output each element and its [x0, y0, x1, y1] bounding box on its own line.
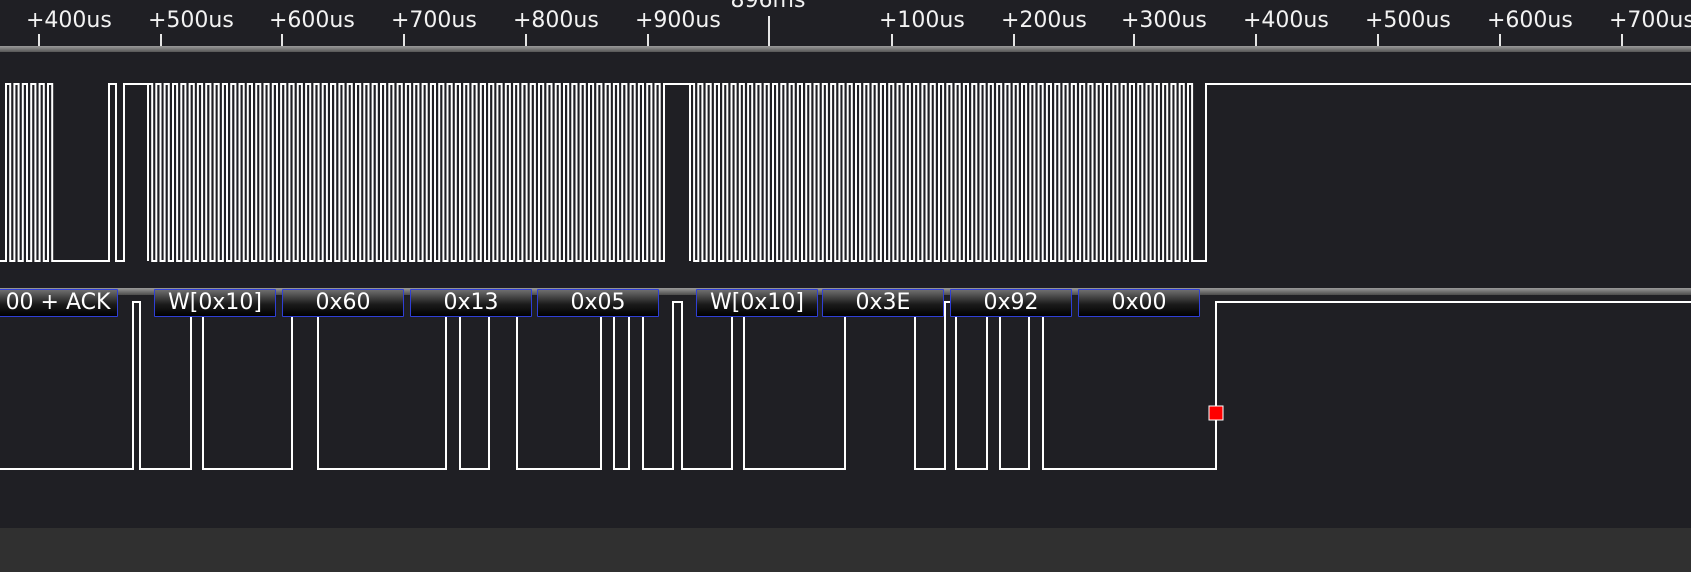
timeline-center-label: 896ms	[730, 0, 806, 13]
decoded-packet[interactable]: 0x05	[537, 289, 659, 317]
timeline-ruler[interactable]: 896ms +400us +500us +600us +700us +800us…	[0, 0, 1691, 46]
status-bar	[0, 528, 1691, 572]
decoded-packet[interactable]: 0x3E	[822, 289, 944, 317]
tick-label: +700us	[391, 8, 477, 33]
tick-mark	[403, 34, 405, 46]
tick-mark	[160, 34, 162, 46]
decoded-packet[interactable]: W[0x10]	[696, 289, 818, 317]
tick-mark	[1013, 34, 1015, 46]
decoded-packet[interactable]: 00 + ACK	[0, 289, 118, 317]
tick-mark	[1377, 34, 1379, 46]
tick-mark	[38, 34, 40, 46]
tick-label: +200us	[1001, 8, 1087, 33]
tick-label: +400us	[26, 8, 112, 33]
tick-mark	[525, 34, 527, 46]
tick-label: +300us	[1121, 8, 1207, 33]
decoded-packet[interactable]: 0x13	[410, 289, 532, 317]
tick-label: +900us	[635, 8, 721, 33]
tick-mark	[281, 34, 283, 46]
data-channel-waveform[interactable]	[0, 296, 1691, 528]
tick-mark	[1255, 34, 1257, 46]
tick-label: +400us	[1243, 8, 1329, 33]
tick-mark	[647, 34, 649, 46]
decoded-packet[interactable]: W[0x10]	[154, 289, 276, 317]
tick-mark	[891, 34, 893, 46]
tick-mark	[1499, 34, 1501, 46]
data-signal-trace	[0, 301, 1691, 470]
tick-label: +700us	[1609, 8, 1691, 33]
decoded-packet[interactable]: 0x92	[950, 289, 1072, 317]
tick-label: +600us	[269, 8, 355, 33]
tick-mark	[1133, 34, 1135, 46]
tick-mark	[1621, 34, 1623, 46]
cursor-marker[interactable]	[1208, 405, 1224, 421]
timeline-center-tick	[768, 16, 770, 46]
decoded-packet[interactable]: 0x60	[282, 289, 404, 317]
tick-label: +100us	[879, 8, 965, 33]
decoded-packet[interactable]: 0x00	[1078, 289, 1200, 317]
tick-label: +500us	[1365, 8, 1451, 33]
tick-label: +800us	[513, 8, 599, 33]
tick-label: +600us	[1487, 8, 1573, 33]
clock-channel-waveform[interactable]	[0, 52, 1691, 288]
tick-label: +500us	[148, 8, 234, 33]
clock-signal-trace	[0, 83, 1691, 262]
